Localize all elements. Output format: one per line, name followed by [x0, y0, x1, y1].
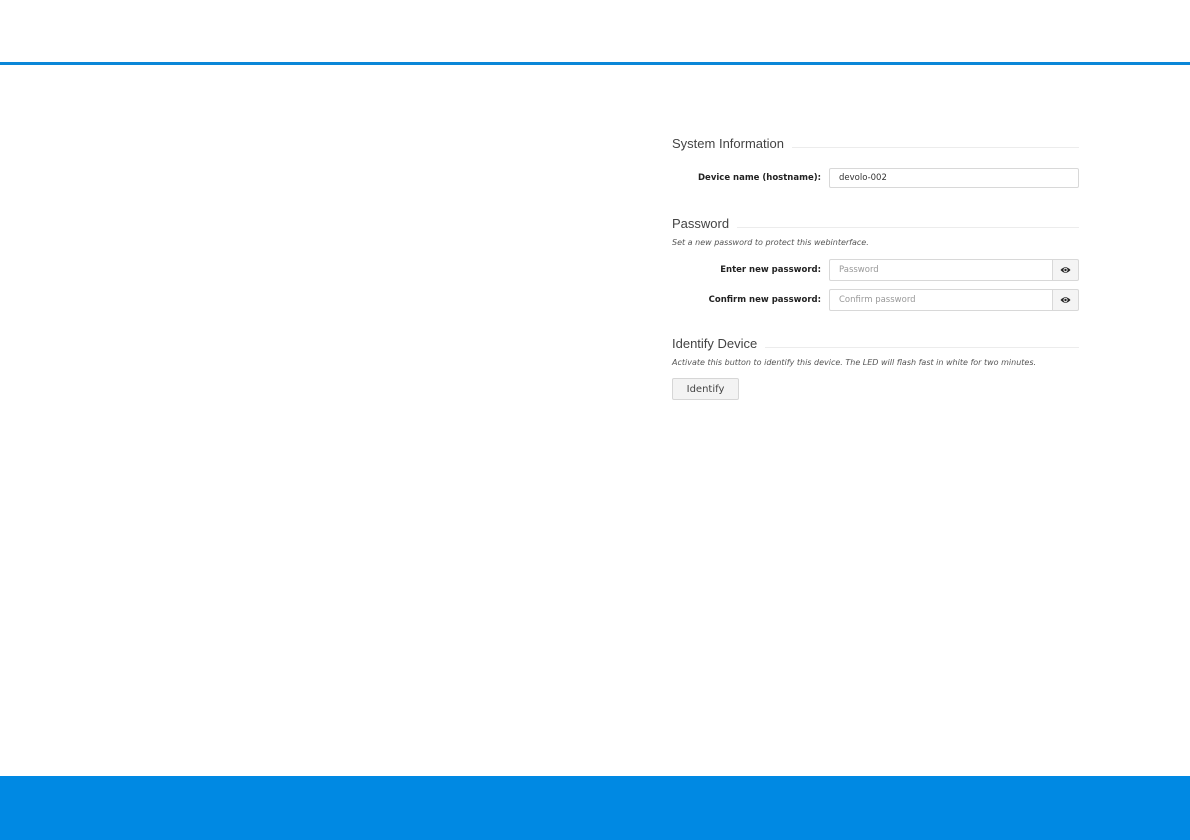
- confirm-password-input[interactable]: Confirm password: [829, 289, 1053, 311]
- system-information-title: System Information: [672, 135, 784, 151]
- section-divider: [737, 226, 1079, 228]
- identify-description: Activate this button to identify this de…: [672, 358, 1037, 367]
- show-confirm-password-button[interactable]: [1053, 289, 1079, 311]
- system-information-heading: System Information: [672, 132, 1079, 154]
- hostname-input[interactable]: devolo-002: [829, 168, 1079, 188]
- new-password-row: Enter new password: Password: [672, 259, 1079, 281]
- section-divider: [765, 346, 1079, 348]
- new-password-input[interactable]: Password: [829, 259, 1053, 281]
- confirm-password-label: Confirm new password:: [708, 295, 821, 305]
- eye-icon: [1060, 267, 1071, 273]
- confirm-password-group: Confirm password: [829, 289, 1079, 311]
- password-title: Password: [672, 215, 730, 231]
- section-divider: [792, 146, 1079, 148]
- hostname-label: Device name (hostname):: [698, 173, 821, 183]
- identify-button[interactable]: Identify: [672, 378, 739, 400]
- confirm-password-row: Confirm new password: Confirm password: [672, 289, 1079, 311]
- header-rule: [0, 62, 1190, 65]
- show-password-button[interactable]: [1053, 259, 1079, 281]
- identify-heading: Identify Device: [672, 332, 1079, 354]
- eye-icon: [1060, 297, 1071, 303]
- page: System Information Device name (hostname…: [0, 0, 1190, 840]
- password-heading: Password: [672, 212, 1079, 234]
- hostname-row: Device name (hostname): devolo-002: [672, 167, 1079, 189]
- new-password-label: Enter new password:: [720, 265, 821, 275]
- password-description: Set a new password to protect this webin…: [672, 238, 869, 247]
- new-password-group: Password: [829, 259, 1079, 281]
- footer-band: [0, 776, 1190, 840]
- identify-title: Identify Device: [672, 335, 758, 351]
- settings-panel: System Information Device name (hostname…: [672, 132, 1079, 400]
